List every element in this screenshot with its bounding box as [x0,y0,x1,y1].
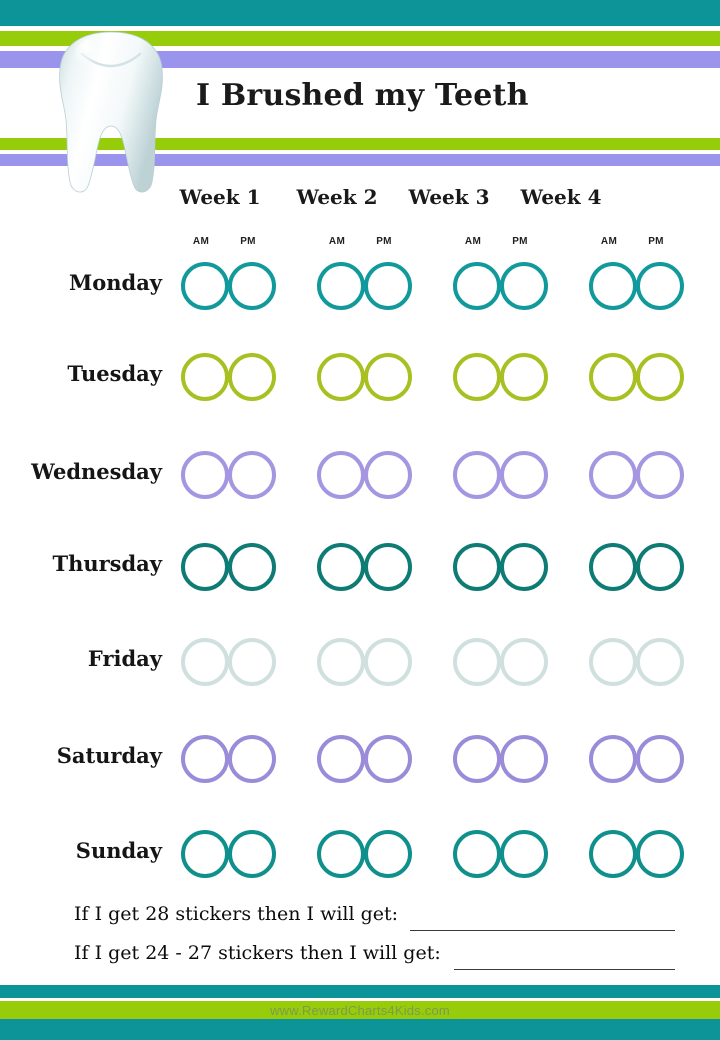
reward-chart-page: I Brushed my Teeth Week 1 Week 2 Week 3 Wee… [0,0,720,1040]
sticker-circle[interactable] [453,735,501,783]
sticker-circle[interactable] [317,262,365,310]
sticker-circle[interactable] [453,543,501,591]
sticker-circle[interactable] [500,735,548,783]
sticker-circle[interactable] [228,451,276,499]
slot-label-pm-week2: PM [376,236,392,247]
day-label-friday: Friday [87,646,162,671]
sticker-circle[interactable] [228,735,276,783]
sticker-circle[interactable] [181,638,229,686]
sticker-circle[interactable] [636,451,684,499]
sticker-circle[interactable] [636,262,684,310]
sticker-circle[interactable] [317,543,365,591]
sticker-circle[interactable] [500,262,548,310]
slot-label-am-week3: AM [464,236,482,247]
day-label-wednesday: Wednesday [31,459,162,484]
slot-label-pm-week4: PM [648,236,664,247]
day-label-thursday: Thursday [52,551,162,576]
sticker-circle[interactable] [636,353,684,401]
sticker-circle[interactable] [181,353,229,401]
sticker-circle[interactable] [500,830,548,878]
sticker-circle[interactable] [636,830,684,878]
reward-row-1: If I get 28 stickers then I will get: [0,903,720,937]
sticker-circle[interactable] [317,638,365,686]
sticker-circle[interactable] [364,451,412,499]
sticker-circle[interactable] [364,353,412,401]
sticker-circle[interactable] [500,638,548,686]
tooth-icon [52,28,170,198]
reward-text-1: If I get 28 stickers then I will get: [74,903,399,925]
sticker-circle[interactable] [500,543,548,591]
sticker-circle[interactable] [364,543,412,591]
week-header-3: Week 3 [408,185,490,209]
day-label-tuesday: Tuesday [67,361,162,386]
sticker-circle[interactable] [636,638,684,686]
sticker-circle[interactable] [317,353,365,401]
sticker-circle[interactable] [500,353,548,401]
reward-row-2: If I get 24 - 27 stickers then I will ge… [0,942,720,976]
sticker-circle[interactable] [317,451,365,499]
top-teal-band [0,0,720,26]
slot-label-am-week2: AM [328,236,346,247]
sticker-circle[interactable] [589,638,637,686]
sticker-circle[interactable] [228,543,276,591]
reward-blank-line-1[interactable] [410,930,675,931]
sticker-circle[interactable] [453,830,501,878]
week-header-2: Week 2 [296,185,378,209]
sticker-circle[interactable] [181,451,229,499]
slot-label-pm-week3: PM [512,236,528,247]
sticker-circle[interactable] [181,735,229,783]
sticker-circle[interactable] [364,638,412,686]
slot-label-am-week1: AM [192,236,210,247]
sticker-circle[interactable] [500,451,548,499]
day-label-sunday: Sunday [75,838,162,863]
sticker-circle[interactable] [453,638,501,686]
day-label-saturday: Saturday [56,743,162,768]
sticker-circle[interactable] [589,451,637,499]
reward-blank-line-2[interactable] [454,969,675,970]
sticker-circle[interactable] [589,262,637,310]
slot-label-pm-week1: PM [240,236,256,247]
sticker-circle[interactable] [228,262,276,310]
footer-teal-band-bottom [0,1019,720,1040]
sticker-circle[interactable] [228,830,276,878]
sticker-circle[interactable] [228,638,276,686]
sticker-circle[interactable] [317,830,365,878]
sticker-circle[interactable] [589,735,637,783]
sticker-circle[interactable] [453,262,501,310]
sticker-circle[interactable] [636,543,684,591]
sticker-circle[interactable] [181,830,229,878]
week-header-1: Week 1 [179,185,261,209]
sticker-circle[interactable] [364,735,412,783]
sticker-circle[interactable] [181,543,229,591]
sticker-circle[interactable] [364,830,412,878]
sticker-circle[interactable] [589,543,637,591]
sticker-circle[interactable] [317,735,365,783]
page-title: I Brushed my Teeth [196,78,529,113]
day-label-monday: Monday [68,270,162,295]
sticker-circle[interactable] [589,830,637,878]
sticker-circle[interactable] [453,353,501,401]
slot-label-am-week4: AM [600,236,618,247]
reward-text-2: If I get 24 - 27 stickers then I will ge… [74,942,441,964]
sticker-circle[interactable] [228,353,276,401]
sticker-circle[interactable] [453,451,501,499]
sticker-circle[interactable] [364,262,412,310]
week-header-4: Week 4 [520,185,602,209]
footer-url: www.RewardCharts4Kids.com [270,1003,450,1018]
sticker-circle[interactable] [636,735,684,783]
footer-teal-band-top [0,985,720,998]
sticker-circle[interactable] [181,262,229,310]
sticker-circle[interactable] [589,353,637,401]
